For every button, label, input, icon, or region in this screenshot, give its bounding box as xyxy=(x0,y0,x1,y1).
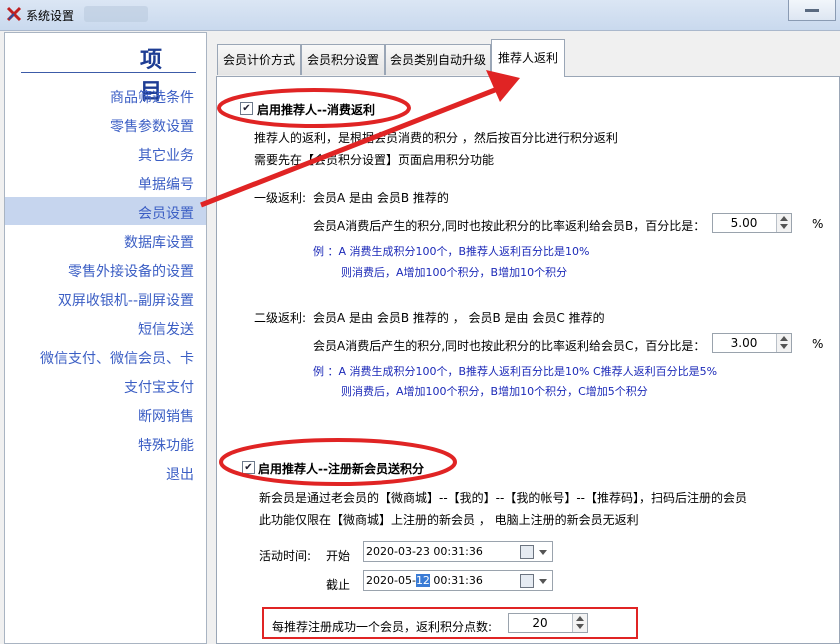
sidebar: 项目 商品筛选条件 零售参数设置 其它业务 单据编号 会员设置 数据库设置 零售… xyxy=(4,32,207,644)
referrer-rebate-panel: ✔ 启用推荐人--消费返利 推荐人的返利，是根据会员消费的积分 ，然后按百分比进… xyxy=(216,76,840,644)
enable-register-bonus-label[interactable]: 启用推荐人--注册新会员送积分 xyxy=(258,460,424,477)
level1-title: 一级返利: xyxy=(254,191,307,205)
level1-percent-value: 5.00 xyxy=(730,216,758,230)
sidebar-item-product-filter[interactable]: 商品筛选条件 xyxy=(110,87,194,107)
end-label: 截止 xyxy=(326,578,351,592)
minimize-icon xyxy=(805,9,819,12)
tab-referrer-rebate[interactable]: 推荐人返利 xyxy=(491,39,565,77)
sidebar-header-underline xyxy=(21,72,196,73)
tab-container: 会员计价方式 会员积分设置 会员类别自动升级 推荐人返利 ✔ 启用推荐人--消费… xyxy=(212,32,840,644)
spin-up-icon xyxy=(780,336,788,341)
spin-down-icon xyxy=(780,224,788,229)
sidebar-item-sms[interactable]: 短信发送 xyxy=(138,319,194,339)
level2-title: 二级返利: xyxy=(254,311,307,325)
level2-example-1: 例 ：A 消费生成积分100个，B推荐人返利百分比是10% C推荐人返利百分比是… xyxy=(313,365,718,378)
window-title: 系统设置 xyxy=(26,9,75,23)
sidebar-item-other-business[interactable]: 其它业务 xyxy=(138,145,194,165)
level1-example-2: 则消费后，A增加100个积分，B增加10个积分 xyxy=(341,266,568,279)
chevron-down-icon[interactable] xyxy=(539,550,547,555)
spin-up-icon xyxy=(780,216,788,221)
annotation-red-rectangle xyxy=(262,607,638,639)
tab-member-pricing[interactable]: 会员计价方式 xyxy=(217,44,301,75)
sidebar-item-alipay[interactable]: 支付宝支付 xyxy=(124,377,194,397)
enable-rebate-label[interactable]: 启用推荐人--消费返利 xyxy=(257,101,375,118)
tab-member-auto-upgrade[interactable]: 会员类别自动升级 xyxy=(385,44,491,75)
period-label: 活动时间: xyxy=(259,549,312,563)
sidebar-item-special[interactable]: 特殊功能 xyxy=(138,435,194,455)
sidebar-item-doc-number[interactable]: 单据编号 xyxy=(138,174,194,194)
level1-line: 会员A消费后产生的积分,同时也按此积分的比率返利给会员B，百分比是： xyxy=(313,219,706,233)
register-desc-2: 此功能仅限在【微商城】上注册的新会员 ， 电脑上注册的新会员无返利 xyxy=(259,513,639,527)
blurred-title-extra xyxy=(84,6,148,22)
level2-example-2: 则消费后，A增加100个积分，B增加10个积分，C增加5个积分 xyxy=(341,385,648,398)
level2-percent-value: 3.00 xyxy=(730,336,758,350)
enable-rebate-checkbox[interactable]: ✔ xyxy=(240,102,253,115)
calendar-icon[interactable] xyxy=(520,545,534,559)
level2-percent-spinner[interactable]: 3.00 xyxy=(712,333,792,353)
start-datetime-picker[interactable]: 2020-03-23 00:31:36 xyxy=(363,541,553,562)
sidebar-item-offline-sales[interactable]: 断网销售 xyxy=(138,406,194,426)
tab-member-points[interactable]: 会员积分设置 xyxy=(301,44,385,75)
sidebar-item-retail-params[interactable]: 零售参数设置 xyxy=(110,116,194,136)
level1-example-1: 例 ：A 消费生成积分100个，B推荐人返利百分比是10% xyxy=(313,245,590,258)
level2-line: 会员A消费后产生的积分,同时也按此积分的比率返利给会员C，百分比是： xyxy=(313,339,706,353)
app-icon xyxy=(6,6,22,22)
end-datetime-value: 2020-05-12 00:31:36 xyxy=(366,574,483,587)
sidebar-item-wechat[interactable]: 微信支付、微信会员、卡 xyxy=(40,348,194,368)
start-label: 开始 xyxy=(326,549,351,563)
sidebar-item-dual-screen[interactable]: 双屏收银机--副屏设置 xyxy=(58,290,194,310)
rebate-desc-2: 需要先在【会员积分设置】页面启用积分功能 xyxy=(254,153,495,167)
rebate-desc-1: 推荐人的返利，是根据会员消费的积分 ，然后按百分比进行积分返利 xyxy=(254,131,618,145)
end-date-suffix: 00:31:36 xyxy=(429,574,483,587)
title-bar: 系统设置 xyxy=(0,0,840,31)
sidebar-item-member-settings[interactable]: 会员设置 xyxy=(138,203,194,223)
level1-percent-unit: % xyxy=(812,217,824,231)
calendar-icon[interactable] xyxy=(520,574,534,588)
level1-relation: 会员A 是由 会员B 推荐的 xyxy=(313,191,449,205)
level2-relation: 会员A 是由 会员B 推荐的 ， 会员B 是由 会员C 推荐的 xyxy=(313,311,605,325)
end-date-prefix: 2020-05- xyxy=(366,574,416,587)
spin-down-icon xyxy=(780,344,788,349)
end-datetime-picker[interactable]: 2020-05-12 00:31:36 xyxy=(363,570,553,591)
enable-register-bonus-checkbox[interactable]: ✔ xyxy=(242,461,255,474)
sidebar-item-exit[interactable]: 退出 xyxy=(166,464,194,484)
level1-percent-spinner[interactable]: 5.00 xyxy=(712,213,792,233)
sidebar-item-external-devices[interactable]: 零售外接设备的设置 xyxy=(68,261,194,281)
minimize-button[interactable] xyxy=(788,0,836,21)
register-desc-1: 新会员是通过老会员的【微商城】--【我的】--【我的帐号】--【推荐码】，扫码后… xyxy=(259,491,747,505)
chevron-down-icon[interactable] xyxy=(539,579,547,584)
spinner-arrows[interactable] xyxy=(776,214,791,232)
sidebar-item-database[interactable]: 数据库设置 xyxy=(124,232,194,252)
spinner-arrows[interactable] xyxy=(776,334,791,352)
level2-percent-unit: % xyxy=(812,337,824,351)
end-date-selected-day[interactable]: 12 xyxy=(415,574,430,587)
start-datetime-value: 2020-03-23 00:31:36 xyxy=(366,545,483,558)
